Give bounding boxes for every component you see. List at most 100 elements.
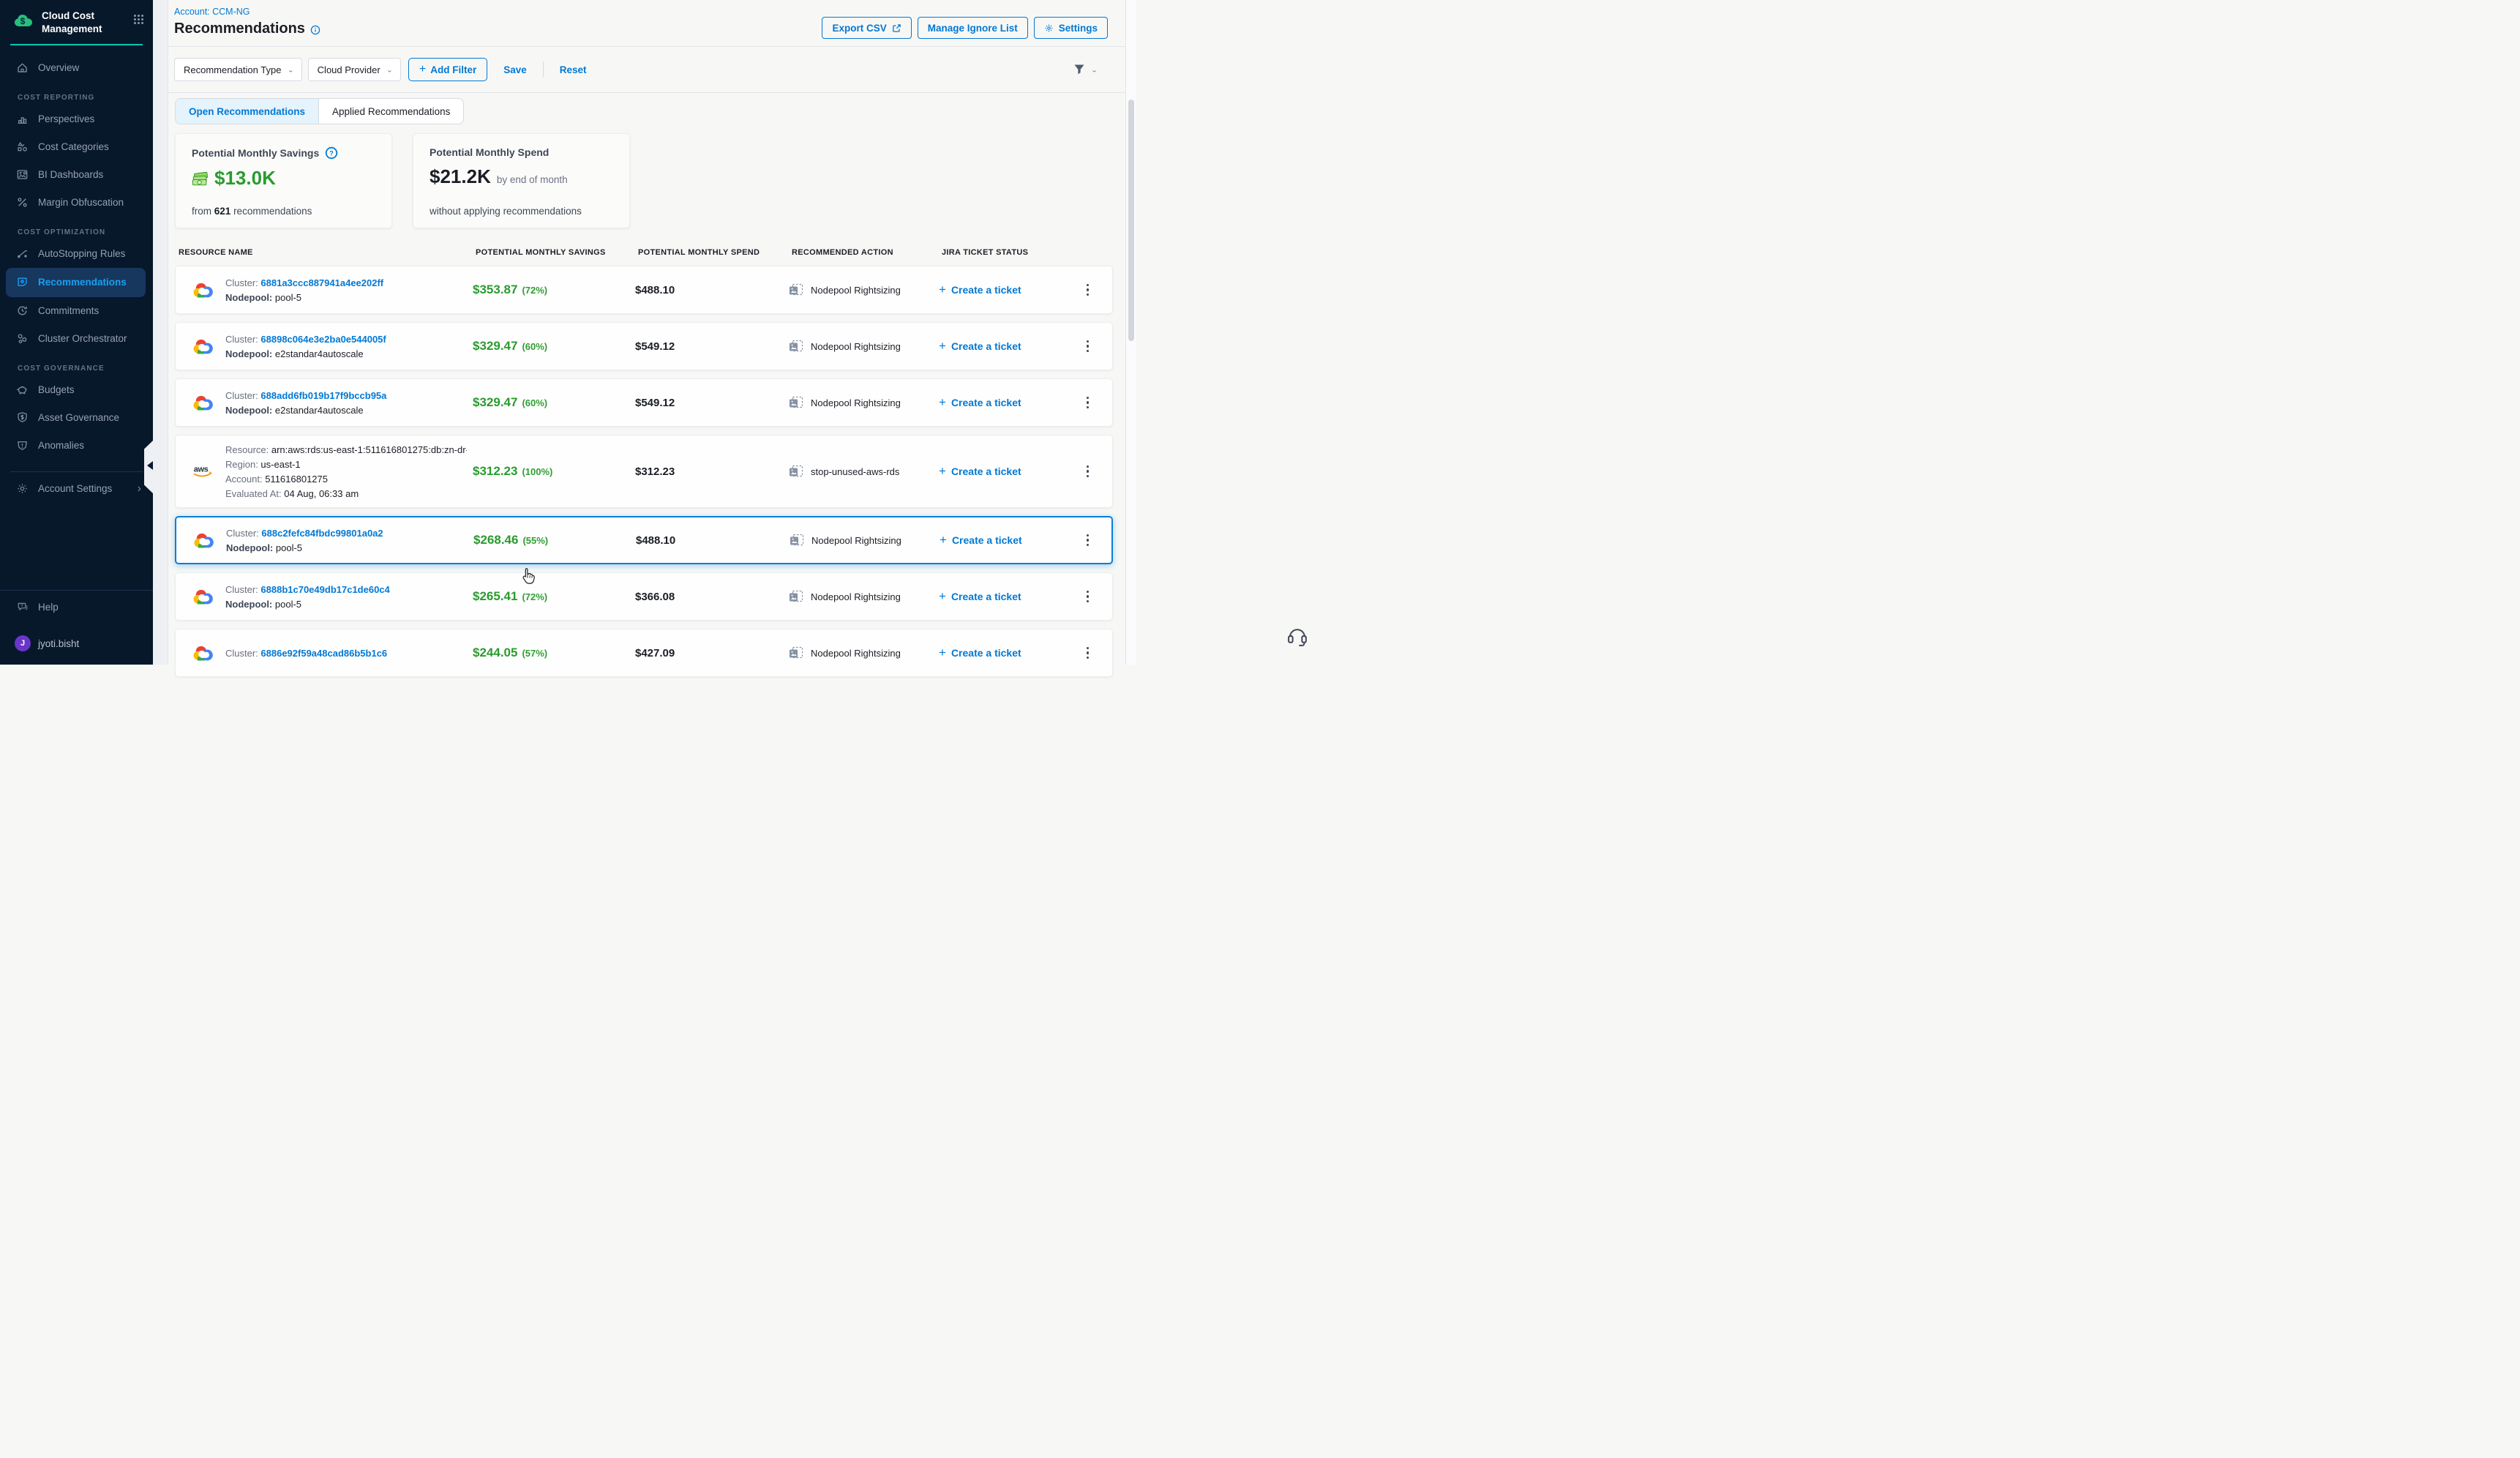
savings-amount: $265.41 — [473, 589, 517, 603]
vertical-scrollbar[interactable] — [1125, 0, 1136, 665]
tab-open-recommendations[interactable]: Open Recommendations — [176, 99, 319, 124]
add-filter-button[interactable]: + Add Filter — [408, 58, 487, 81]
sidebar-item-anomalies[interactable]: Anomalies — [0, 432, 153, 460]
row-menu-kebab-icon[interactable] — [1082, 336, 1094, 357]
sidebar-item-recommendations[interactable]: Recommendations — [6, 268, 146, 297]
resource-link[interactable]: 6886e92f59a48cad86b5b1c6 — [260, 648, 387, 659]
resource-link[interactable]: 688c2fefc84fbdc99801a0a2 — [261, 528, 383, 539]
sidebar-item-perspectives[interactable]: Perspectives — [0, 105, 153, 133]
savings-cell: $329.47(60%) — [467, 395, 629, 410]
gcp-provider-icon — [192, 337, 215, 356]
action-label: Nodepool Rightsizing — [811, 285, 901, 296]
filter-bar-separator — [543, 61, 544, 78]
app-logo[interactable]: $ Cloud Cost Management — [0, 0, 153, 36]
question-circle-icon[interactable]: ? — [325, 146, 338, 160]
user-profile[interactable]: J jyoti.bisht — [0, 632, 153, 654]
support-headset-icon[interactable] — [1286, 625, 1308, 647]
row-menu-kebab-icon[interactable] — [1082, 392, 1094, 414]
table-row[interactable]: Cluster: 688add6fb019b17f9bccb95aNodepoo… — [175, 378, 1113, 427]
resource-line-label: Account: — [225, 474, 265, 485]
sidebar-item-autostopping-rules[interactable]: AutoStopping Rules — [0, 240, 153, 268]
reset-filter-button[interactable]: Reset — [560, 64, 587, 75]
resource-link[interactable]: 6888b1c70e49db17c1de60c4 — [260, 584, 389, 595]
recommendation-type-dropdown[interactable]: Recommendation Type ⌄ — [174, 58, 302, 81]
sidebar-item-label: Asset Governance — [38, 412, 119, 423]
export-csv-button[interactable]: Export CSV — [822, 17, 911, 39]
recommendations-icon — [16, 276, 29, 288]
filter-panel-toggle[interactable]: ⌄ — [1073, 64, 1098, 75]
recommended-action-cell: Nodepool Rightsizing — [783, 283, 933, 296]
app-switcher-grid-icon[interactable] — [133, 14, 144, 25]
page-title: Recommendations — [174, 20, 305, 37]
row-menu-kebab-icon[interactable] — [1082, 461, 1094, 482]
save-filter-button[interactable]: Save — [503, 64, 527, 75]
table-row[interactable]: Cluster: 6881a3ccc887941a4ee202ffNodepoo… — [175, 266, 1113, 314]
resource-lines: Cluster: 6888b1c70e49db17c1de60c4Nodepoo… — [225, 584, 390, 610]
sidebar-item-overview[interactable]: Overview — [0, 54, 153, 82]
potential-monthly-savings-card: Potential Monthly Savings ? $13.0K from … — [175, 133, 392, 228]
savings-cell: $265.41(72%) — [467, 589, 629, 604]
sidebar-item-commitments[interactable]: Commitments — [0, 297, 153, 325]
resource-link[interactable]: 688add6fb019b17f9bccb95a — [260, 390, 386, 401]
column-jira-ticket-status: JIRA TICKET STATUS — [936, 248, 1066, 257]
scrollbar-thumb[interactable] — [1128, 100, 1134, 341]
cloud-provider-dropdown[interactable]: Cloud Provider ⌄ — [308, 58, 401, 81]
sidebar-item-cluster-orchestrator[interactable]: Cluster Orchestrator — [0, 325, 153, 353]
column-potential-monthly-spend: POTENTIAL MONTHLY SPEND — [632, 248, 786, 257]
resource-link[interactable]: 68898c064e3e2ba0e544005f — [260, 334, 386, 345]
breadcrumb[interactable]: Account: CCM-NG — [174, 7, 320, 17]
sidebar-item-cost-categories[interactable]: Cost Categories — [0, 133, 153, 161]
info-icon[interactable] — [310, 25, 320, 35]
row-menu-kebab-icon[interactable] — [1082, 530, 1094, 551]
settings-button[interactable]: Settings — [1034, 17, 1108, 39]
alert-shield-icon — [16, 439, 29, 452]
create-ticket-button[interactable]: +Create a ticket — [933, 464, 1063, 479]
sidebar-item-asset-governance[interactable]: Asset Governance — [0, 404, 153, 432]
row-menu-kebab-icon[interactable] — [1082, 643, 1094, 664]
gear-icon — [16, 482, 29, 495]
resource-link[interactable]: 6881a3ccc887941a4ee202ff — [260, 277, 383, 288]
sidebar-item-budgets[interactable]: Budgets — [0, 376, 153, 404]
table-row[interactable]: Cluster: 6888b1c70e49db17c1de60c4Nodepoo… — [175, 572, 1113, 621]
bar-chart-icon — [16, 113, 29, 125]
resource-line-label: Cluster: — [225, 334, 260, 345]
table-row[interactable]: Cluster: 6886e92f59a48cad86b5b1c6$244.05… — [175, 629, 1113, 677]
sidebar-item-bi-dashboards[interactable]: BI Dashboards — [0, 161, 153, 189]
sidebar-item-margin-obfuscation[interactable]: Margin Obfuscation — [0, 189, 153, 217]
export-csv-label: Export CSV — [832, 23, 886, 34]
create-ticket-button[interactable]: +Create a ticket — [934, 533, 1064, 547]
create-ticket-button[interactable]: +Create a ticket — [933, 589, 1063, 604]
table-row-selected[interactable]: Cluster: 688c2fefc84fbdc99801a0a2Nodepoo… — [175, 516, 1113, 564]
table-row[interactable]: Cluster: 68898c064e3e2ba0e544005fNodepoo… — [175, 322, 1113, 370]
resource-line-region: Region: us-east-1 — [225, 459, 467, 470]
resource-cell: Cluster: 6888b1c70e49db17c1de60c4Nodepoo… — [176, 584, 467, 610]
savings-cell: $329.47(60%) — [467, 339, 629, 354]
sidebar-item-help[interactable]: ? Help — [0, 596, 153, 618]
sidebar-item-label: Margin Obfuscation — [38, 197, 124, 208]
row-menu-kebab-icon[interactable] — [1082, 280, 1094, 301]
create-ticket-button[interactable]: +Create a ticket — [933, 283, 1063, 297]
money-bills-icon — [192, 171, 209, 186]
sidebar-item-account-settings[interactable]: Account Settings › — [0, 475, 153, 503]
gcp-provider-icon — [192, 588, 215, 606]
help-label: Help — [38, 602, 59, 613]
tab-applied-recommendations[interactable]: Applied Recommendations — [319, 99, 463, 124]
section-heading-cost-reporting: COST REPORTING — [0, 82, 153, 105]
resource-line-label: Cluster: — [226, 528, 261, 539]
sidebar-item-label: Budgets — [38, 384, 75, 395]
sidebar-item-label: BI Dashboards — [38, 169, 103, 180]
manage-ignore-list-button[interactable]: Manage Ignore List — [918, 17, 1028, 39]
spend-cell: $312.23 — [629, 466, 783, 478]
savings-amount: $329.47 — [473, 395, 517, 409]
create-ticket-button[interactable]: +Create a ticket — [933, 646, 1063, 660]
rightsizing-action-icon — [789, 590, 803, 603]
row-menu-kebab-icon[interactable] — [1082, 586, 1094, 608]
table-row[interactable]: awsResource: arn:aws:rds:us-east-1:51161… — [175, 435, 1113, 508]
resource-lines: Cluster: 688c2fefc84fbdc99801a0a2Nodepoo… — [226, 528, 383, 553]
create-ticket-button[interactable]: +Create a ticket — [933, 339, 1063, 354]
create-ticket-button[interactable]: +Create a ticket — [933, 395, 1063, 410]
resource-line-cluster: Cluster: 6888b1c70e49db17c1de60c4 — [225, 584, 390, 595]
column-recommended-action: RECOMMENDED ACTION — [786, 248, 936, 257]
sidebar-collapse-rail — [153, 0, 168, 665]
chevron-down-icon: ⌄ — [1091, 66, 1098, 73]
